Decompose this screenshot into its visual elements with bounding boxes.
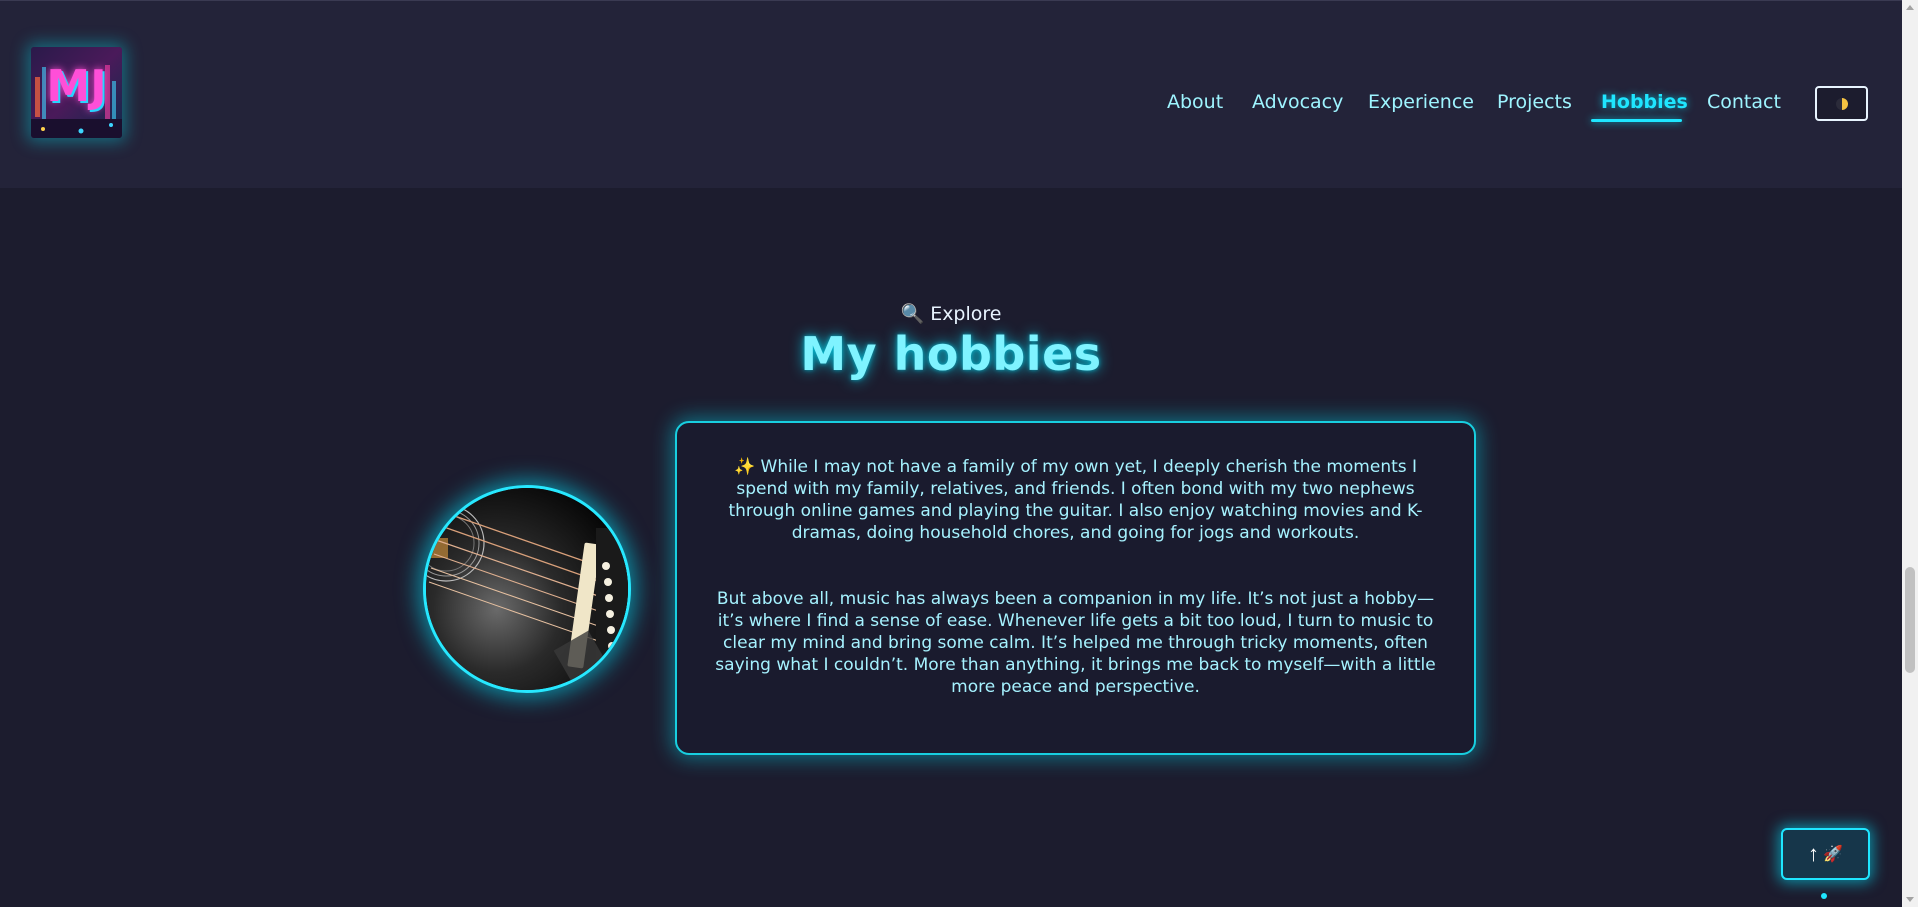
rocket-icon: 🚀 (1823, 846, 1843, 863)
page-scrollbar[interactable] (1902, 0, 1918, 907)
hobbies-paragraph-1: ✨ While I may not have a family of my ow… (707, 456, 1444, 544)
scroll-up-icon[interactable] (1906, 5, 1914, 10)
guitar-icon (426, 488, 628, 690)
eyebrow-label: Explore (930, 303, 1002, 325)
nav-link-contact[interactable]: Contact (1707, 87, 1781, 121)
hobbies-card: ✨ While I may not have a family of my ow… (675, 421, 1476, 755)
hobbies-paragraph-2: But above all, music has always been a c… (715, 589, 1436, 697)
nav-link-experience[interactable]: Experience (1368, 87, 1474, 121)
theme-toggle-button[interactable] (1815, 86, 1868, 121)
section-eyebrow: 🔍 Explore (0, 302, 1902, 325)
nav-link-about[interactable]: About (1167, 87, 1223, 121)
nav-link-projects[interactable]: Projects (1497, 87, 1572, 121)
hobby-photo (426, 488, 628, 690)
nav-active-indicator (1591, 119, 1682, 122)
section-title: My hobbies (800, 327, 1102, 381)
nav-link-advocacy[interactable]: Advocacy (1252, 87, 1343, 121)
up-arrow-icon: ↑ (1808, 841, 1820, 866)
scroll-down-icon[interactable] (1906, 897, 1914, 902)
nav-link-hobbies[interactable]: Hobbies (1601, 87, 1688, 121)
back-to-top-button[interactable]: ↑ 🚀 (1781, 828, 1870, 880)
sparkles-icon: ✨ (733, 457, 756, 477)
paragraph-1-text: While I may not have a family of my own … (728, 457, 1423, 543)
site-header: MJ About Advocacy Experience Projects Ho… (0, 0, 1902, 188)
progress-dot (1821, 893, 1827, 899)
scroll-thumb[interactable] (1905, 567, 1915, 673)
magnifier-icon: 🔍 (900, 303, 925, 325)
half-moon-icon (1835, 97, 1848, 110)
